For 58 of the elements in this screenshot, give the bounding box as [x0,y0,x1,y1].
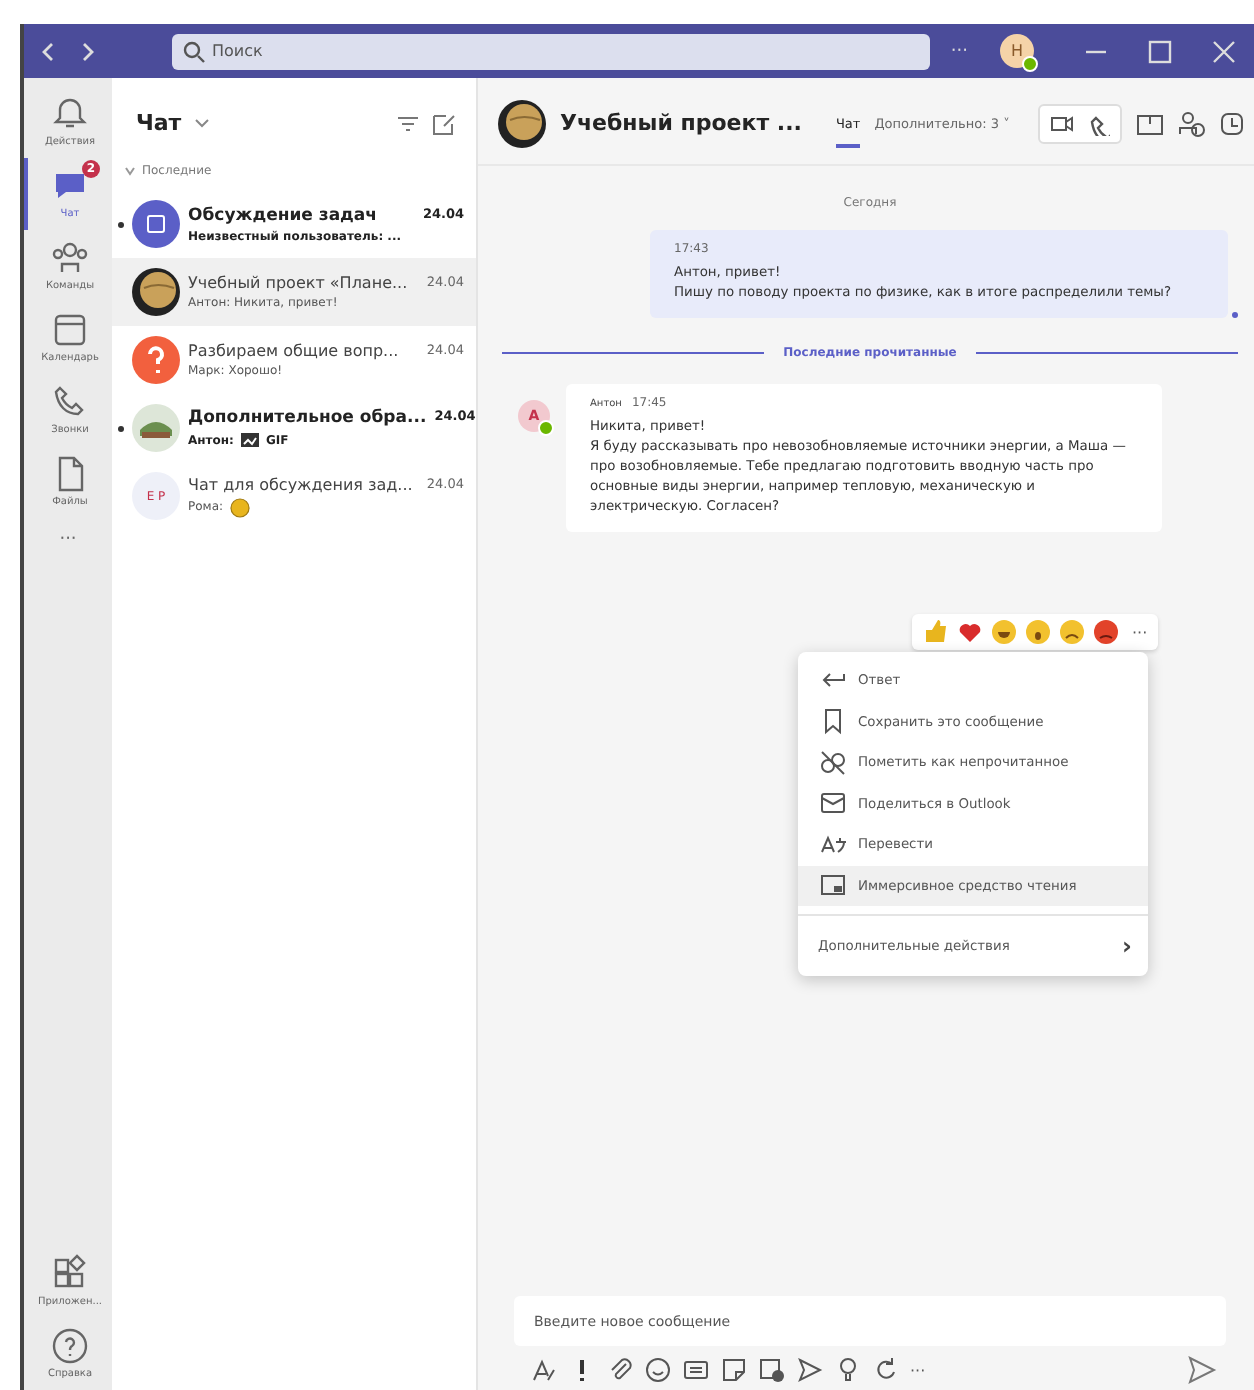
unread-dot [118,221,124,227]
chat-name: Разбираем общие вопр... [188,342,399,360]
planet-avatar-icon [498,99,546,147]
chat-name: Обсуждение задач [188,205,377,225]
chat-list-title[interactable]: Чат [136,110,182,136]
search-field[interactable]: Поиск [172,33,931,69]
more-button[interactable]: ··· [950,41,968,61]
angry-face-icon[interactable] [1092,618,1120,646]
loop-icon[interactable] [872,1356,900,1384]
chevron-right-icon: › [1122,932,1132,960]
mail-icon [818,788,848,819]
presence-dot [1022,56,1038,72]
send-arrow-icon[interactable] [796,1356,824,1384]
send-icon[interactable] [1186,1354,1218,1386]
laughing-face-icon[interactable] [990,618,1018,646]
more-options-button[interactable]: ··· [1132,623,1148,641]
reader-icon [818,870,848,901]
sticker-icon[interactable] [720,1356,748,1384]
heart-icon[interactable] [956,618,984,646]
close-icon[interactable] [1210,37,1238,65]
chat-name: Чат для обсуждения зад... [188,475,413,493]
screen-share-icon[interactable] [1135,111,1164,135]
filter-icon[interactable] [396,111,420,135]
chevron-down-icon[interactable] [193,117,210,129]
question-mark-avatar-icon [132,336,180,384]
schedule-meeting-icon[interactable] [758,1356,786,1384]
collapse-icon[interactable] [124,165,136,177]
video-camera-icon[interactable] [1049,111,1074,135]
calendar-icon [50,310,90,350]
image-icon [239,432,260,448]
unread-dot [118,425,124,431]
search-icon [182,39,206,63]
chat-name: Учебный проект «Плане... [188,274,408,292]
help-icon [50,1326,90,1366]
chat-name: Дополнительное обра... [188,408,427,428]
more-apps-button[interactable]: ··· [24,518,112,562]
photo-placeholder [132,404,180,452]
paperclip-icon[interactable] [606,1356,634,1384]
group-avatar-icon [132,200,180,248]
unread-icon [818,747,848,778]
format-icon[interactable] [530,1356,558,1384]
add-people-icon[interactable] [1177,109,1206,137]
people-icon [50,238,90,278]
thumbs-up-icon[interactable] [922,618,950,646]
more-tools-button[interactable]: ··· [910,1361,926,1379]
lightbulb-icon[interactable] [834,1356,862,1384]
planet-avatar-icon [132,268,180,316]
sad-face-icon[interactable] [1058,618,1086,646]
maximize-icon[interactable] [1146,37,1174,65]
presence-dot [538,420,554,436]
user-avatar[interactable]: Н [1000,34,1034,68]
surprised-face-icon[interactable] [1024,618,1052,646]
smiley-icon[interactable] [644,1356,672,1384]
read-receipt-dot [1232,312,1238,318]
call-buttons[interactable] [1037,103,1122,143]
new-chat-icon[interactable] [432,111,456,135]
gif-icon[interactable] [682,1356,710,1384]
conversation-title: Учебный проект ... [560,110,802,136]
